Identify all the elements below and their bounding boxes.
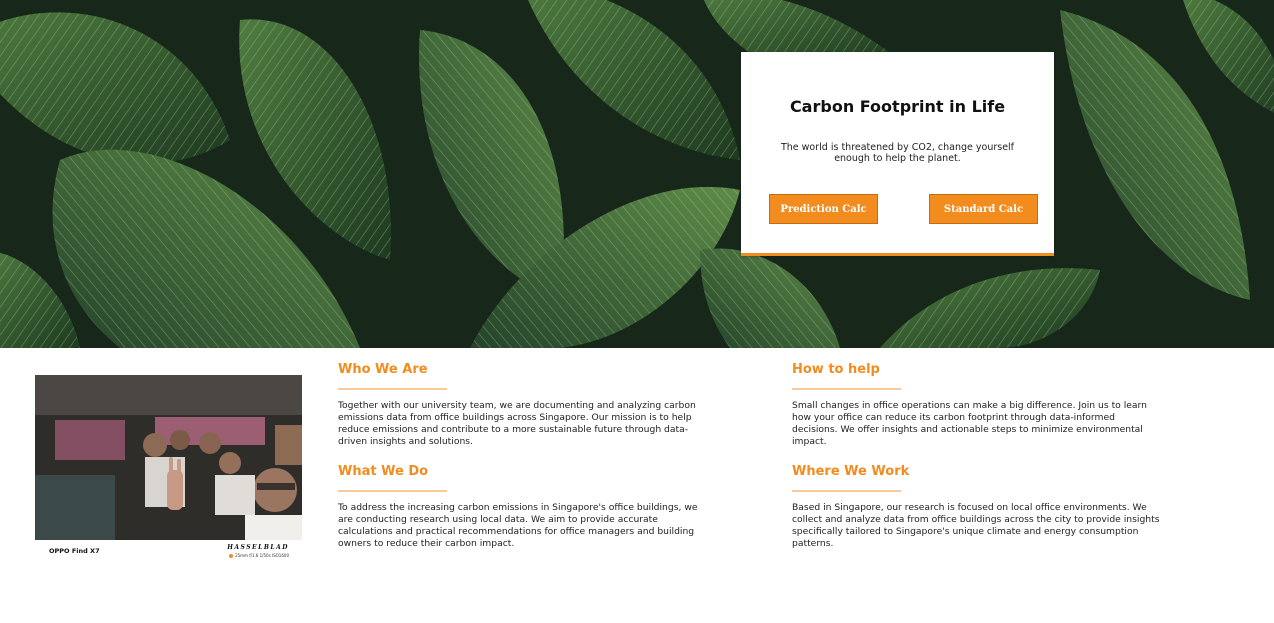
hero-title: Carbon Footprint in Life (789, 97, 1006, 116)
what-we-do-text: To address the increasing carbon emissio… (338, 502, 698, 549)
heading-divider (792, 490, 901, 492)
where-we-work-heading: Where We Work (792, 464, 910, 479)
what-we-do-heading: What We Do (338, 464, 429, 479)
orange-dot-icon (229, 554, 234, 558)
team-photo: OPPO Find X7 HASSELBLAD 25mm f/1.6 1/50s… (35, 375, 302, 565)
where-we-work-text: Based in Singapore, our research is focu… (792, 502, 1160, 549)
hero-banner: Carbon Footprint in Life The world is th… (0, 0, 1274, 348)
how-to-help-text: Small changes in office operations can m… (792, 400, 1147, 447)
hero-subtitle: The world is threatened by CO2, change y… (780, 142, 1015, 164)
who-we-are-text: Together with our university team, we ar… (338, 400, 696, 447)
photo-spec-text: 25mm f/1.6 1/50s ISO1600 (235, 553, 289, 558)
hero-card: Carbon Footprint in Life The world is th… (741, 52, 1054, 256)
photo-maker-label: HASSELBLAD (227, 544, 289, 551)
photo-device-label: OPPO Find X7 (49, 547, 100, 555)
standard-calc-button[interactable]: Standard Calc (929, 194, 1038, 224)
leaves-background-image (0, 0, 1274, 348)
heading-divider (792, 388, 901, 390)
heading-divider (338, 388, 447, 390)
photo-spec-label: 25mm f/1.6 1/50s ISO1600 (229, 553, 289, 558)
who-we-are-heading: Who We Are (338, 362, 428, 377)
where-we-work-section: Where We Work Based in Singapore, our re… (792, 464, 1162, 550)
how-to-help-section: How to help Small changes in office oper… (792, 362, 1162, 448)
heading-divider (338, 490, 447, 492)
prediction-calc-button[interactable]: Prediction Calc (769, 194, 878, 224)
what-we-do-section: What We Do To address the increasing car… (338, 464, 708, 550)
who-we-are-section: Who We Are Together with our university … (338, 362, 708, 448)
team-photo-image (35, 375, 302, 540)
how-to-help-heading: How to help (792, 362, 880, 377)
